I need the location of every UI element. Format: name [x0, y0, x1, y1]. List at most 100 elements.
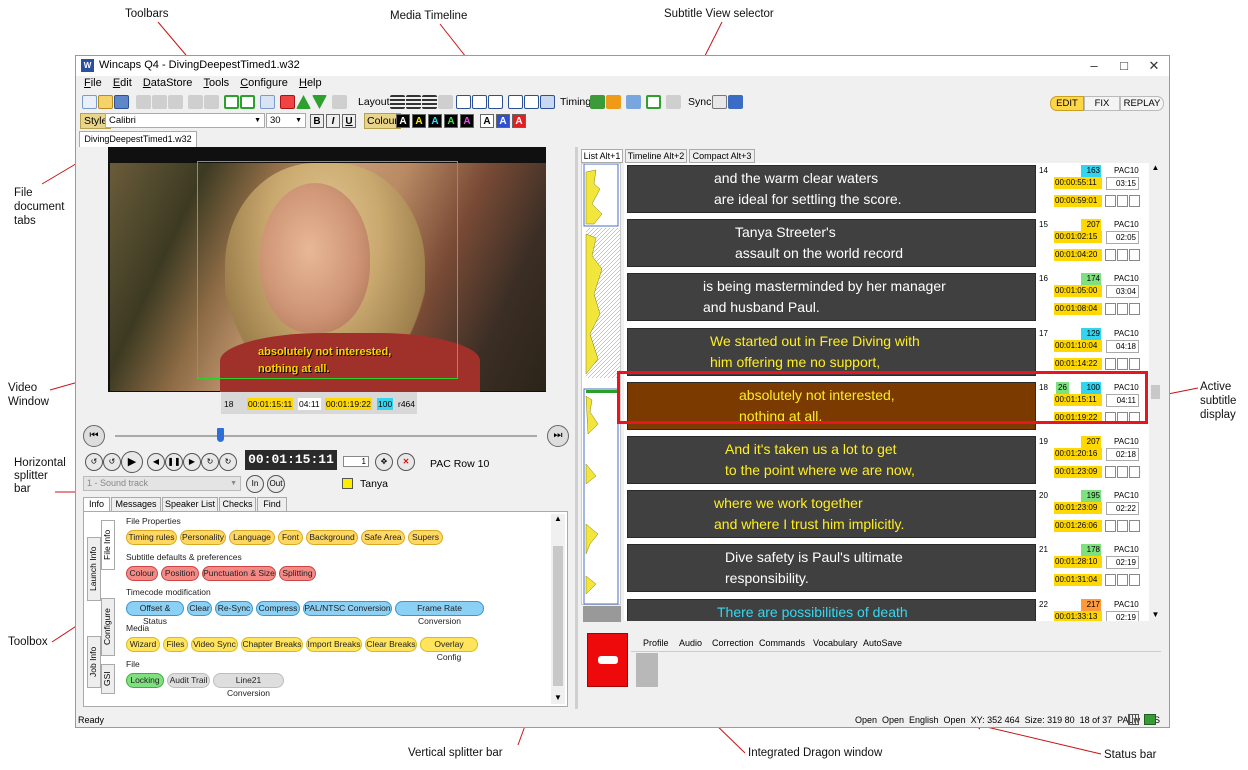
open-file-icon[interactable] — [98, 95, 113, 109]
move-up-icon[interactable] — [296, 95, 311, 109]
tab-info[interactable]: Info — [83, 497, 110, 512]
dragon-tab-commands[interactable]: Commands — [759, 638, 805, 648]
clear-button[interactable]: Clear — [187, 601, 212, 616]
step-back-icon[interactable]: ◀ — [147, 453, 165, 471]
menu-file[interactable]: File — [84, 77, 102, 89]
subtitle-text[interactable]: Dive safety is Paul's ultimate responsibi… — [627, 544, 1036, 593]
out-button[interactable]: Out — [267, 475, 285, 493]
chevron-up-icon[interactable]: ▲ — [1149, 163, 1162, 172]
import-breaks-button[interactable]: Import Breaks — [306, 637, 362, 652]
in-button[interactable]: In — [246, 475, 264, 493]
background-button[interactable]: Background — [306, 530, 358, 545]
maximize-icon[interactable]: □ — [1109, 57, 1139, 75]
chevron-down-icon[interactable]: ▼ — [551, 693, 565, 702]
locking-button[interactable]: Locking — [126, 673, 164, 688]
pause-icon[interactable]: ❚❚ — [165, 453, 183, 471]
tab-speaker-list[interactable]: Speaker List — [162, 497, 218, 512]
safe-area-button[interactable]: Safe Area — [361, 530, 405, 545]
subtitle-scrollbar[interactable]: ▲ ▼ — [1149, 163, 1162, 621]
dragon-tab-vocabulary[interactable]: Vocabulary — [813, 638, 858, 648]
line21-conversion-button[interactable]: Line21 Conversion — [213, 673, 284, 698]
splitting-button[interactable]: Splitting — [279, 566, 316, 581]
undo-icon[interactable] — [188, 95, 203, 109]
video-window[interactable]: absolutely not interested, nothing at al… — [108, 147, 546, 392]
delete-icon[interactable] — [280, 95, 295, 109]
font-button[interactable]: Font — [278, 530, 303, 545]
cut-icon[interactable] — [136, 95, 151, 109]
spell-check-icon[interactable] — [332, 95, 347, 109]
rewind-fast-icon[interactable]: ↺ — [85, 453, 103, 471]
tab-find[interactable]: Find — [257, 497, 287, 512]
media-timeline[interactable] — [581, 163, 621, 605]
dragon-tab-profile[interactable]: Profile — [643, 638, 669, 648]
background-black-button[interactable]: A — [480, 114, 494, 128]
insert-icon[interactable] — [224, 95, 239, 109]
font-size-select[interactable]: 30 ▼ — [266, 113, 306, 128]
position-left-icon[interactable] — [456, 95, 471, 109]
subtitle-entry[interactable]: Tanya Streeter's assault on the world rec… — [627, 219, 1142, 268]
subtitle-flag-boxes[interactable] — [1105, 466, 1141, 479]
compress-button[interactable]: Compress — [256, 601, 300, 616]
sound-track-select[interactable]: 1 - Sound track ▼ — [83, 476, 241, 491]
subtitle-text[interactable]: is being masterminded by her manager and … — [627, 273, 1036, 322]
colour-green-button[interactable]: A — [444, 114, 458, 128]
subtitle-flag-boxes[interactable] — [1105, 520, 1141, 533]
offset-status-button[interactable]: Offset & Status — [126, 601, 184, 626]
rewind-icon[interactable]: ↺ — [103, 453, 121, 471]
copy-icon[interactable] — [152, 95, 167, 109]
bold-button[interactable]: B — [310, 114, 324, 128]
subtitle-entry[interactable]: There are possibilities of deathin the s… — [627, 598, 1142, 621]
colour-button[interactable]: Colour — [126, 566, 158, 581]
skip-start-button[interactable]: ⏮ — [83, 425, 105, 447]
position-middle-icon[interactable] — [524, 95, 539, 109]
close-icon[interactable]: ✕ — [1139, 57, 1169, 75]
view-tab-list[interactable]: List Alt+1 — [581, 149, 623, 163]
background-red-button[interactable]: A — [512, 114, 526, 128]
play-button[interactable]: ▶ — [121, 451, 143, 473]
forward-icon[interactable]: ↻ — [201, 453, 219, 471]
chevron-up-icon[interactable]: ▲ — [551, 514, 565, 523]
align-left-icon[interactable] — [390, 95, 405, 109]
timing-rules-button[interactable]: Timing rules — [126, 530, 177, 545]
subtitle-text[interactable]: and the warm clear waters are ideal for s… — [627, 165, 1036, 213]
paste-icon[interactable] — [168, 95, 183, 109]
timing-warn-icon[interactable] — [606, 95, 621, 109]
subtitle-text[interactable]: And it's taken us a lot to get to the poi… — [627, 436, 1036, 484]
scroll-thumb[interactable] — [553, 546, 563, 686]
position-right-icon[interactable] — [488, 95, 503, 109]
save-icon[interactable] — [114, 95, 129, 109]
field-input[interactable]: 1 — [343, 456, 369, 467]
files-button[interactable]: Files — [163, 637, 188, 652]
background-blue-button[interactable]: A — [496, 114, 510, 128]
colour-yellow-button[interactable]: A — [412, 114, 426, 128]
overlay-config-button[interactable]: Overlay Config — [420, 637, 478, 662]
tab-checks[interactable]: Checks — [219, 497, 256, 512]
italic-button[interactable]: I — [326, 114, 340, 128]
wizard-button[interactable]: Wizard — [126, 637, 160, 652]
minimize-icon[interactable]: – — [1079, 57, 1109, 75]
fullscreen-icon[interactable]: ✥ — [375, 453, 393, 471]
personality-button[interactable]: Personality — [180, 530, 226, 545]
sync-clipboard-icon[interactable] — [712, 95, 727, 109]
menu-datastore[interactable]: DataStore — [143, 77, 193, 89]
clear-breaks-button[interactable]: Clear Breaks — [365, 637, 417, 652]
print-icon[interactable] — [666, 95, 681, 109]
dragon-tab-correction[interactable]: Correction — [712, 638, 754, 648]
subtitle-flag-boxes[interactable] — [1105, 195, 1141, 208]
skip-end-button[interactable]: ⏭ — [547, 425, 569, 447]
re-sync-button[interactable]: Re-Sync — [215, 601, 253, 616]
vtab-file-info[interactable]: File Info — [101, 520, 115, 570]
underline-button[interactable]: U — [342, 114, 356, 128]
position-center-icon[interactable] — [472, 95, 487, 109]
menu-configure[interactable]: Configure — [240, 77, 288, 89]
mode-edit-button[interactable]: EDIT — [1050, 96, 1084, 111]
subtitle-flag-boxes[interactable] — [1105, 357, 1141, 371]
sync-export-icon[interactable] — [728, 95, 743, 109]
vtab-gsi[interactable]: GSI — [101, 664, 115, 694]
subtitle-text[interactable]: There are possibilities of deathin the s… — [627, 598, 1036, 621]
move-down-icon[interactable] — [312, 95, 327, 109]
new-file-icon[interactable] — [82, 95, 97, 109]
dragon-tab-audio[interactable]: Audio — [679, 638, 702, 648]
speaker-swatch[interactable] — [342, 478, 353, 489]
seek-track[interactable] — [115, 435, 537, 437]
